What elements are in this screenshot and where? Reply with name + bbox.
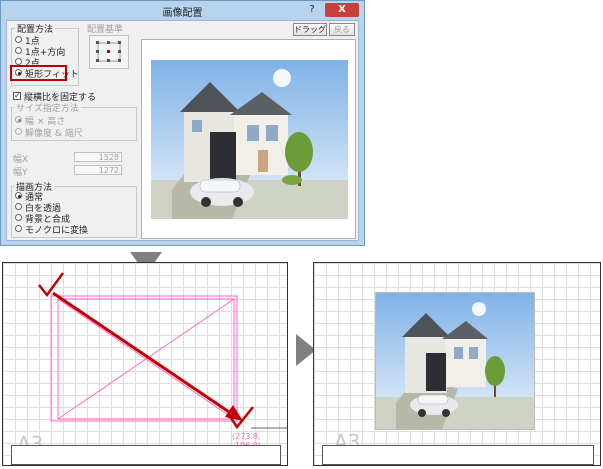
radio-one-point[interactable] bbox=[15, 36, 22, 43]
title-block bbox=[322, 445, 594, 465]
image-preview bbox=[141, 39, 356, 239]
radio-blend-background[interactable] bbox=[15, 214, 22, 221]
drawing-sheet-before[interactable]: (273.8, -196.0) A3 bbox=[2, 262, 288, 466]
drag-button[interactable]: ドラッグ bbox=[293, 23, 327, 36]
drawing-sheet-after[interactable]: A3 bbox=[313, 262, 601, 466]
size-spec-label: サイズ指定方法 bbox=[14, 101, 81, 114]
radio-normal[interactable] bbox=[15, 192, 22, 199]
image-placement-dialog: 画像配置 ? X 配置方法 1点 1点+方向 2点 矩形フィット 配置基準 ドラ… bbox=[0, 0, 365, 246]
dialog-body: 配置方法 1点 1点+方向 2点 矩形フィット 配置基準 ドラッグ 戻る ✓ 縦… bbox=[6, 20, 359, 241]
placed-image[interactable] bbox=[375, 292, 535, 430]
radio-rect-fit[interactable] bbox=[15, 69, 22, 76]
base-point-selector[interactable] bbox=[89, 35, 129, 69]
radio-rect-fit-label: 矩形フィット bbox=[25, 70, 79, 80]
back-button[interactable]: 戻る bbox=[329, 23, 355, 36]
radio-monochrome-label: モノクロに変換 bbox=[25, 226, 89, 236]
height-field[interactable]: 1272 bbox=[74, 165, 122, 175]
radio-resolution-scale[interactable] bbox=[15, 128, 22, 135]
height-label: 幅Y bbox=[13, 168, 28, 178]
house-image bbox=[376, 293, 534, 429]
radio-white-transparent[interactable] bbox=[15, 203, 22, 210]
width-label: 幅X bbox=[13, 155, 29, 165]
title-block bbox=[11, 445, 281, 465]
radio-two-point[interactable] bbox=[15, 58, 22, 65]
dialog-titlebar[interactable]: 画像配置 ? X bbox=[1, 1, 364, 21]
close-button[interactable]: X bbox=[325, 3, 359, 17]
radio-resolution-scale-label: 解像度 & 縮尺 bbox=[25, 129, 83, 139]
radio-one-point-direction[interactable] bbox=[15, 47, 22, 54]
help-button[interactable]: ? bbox=[301, 3, 323, 17]
base-point-grid-icon bbox=[96, 41, 121, 62]
radio-width-height[interactable] bbox=[15, 116, 22, 123]
house-image bbox=[151, 60, 348, 219]
keep-ratio-checkbox[interactable]: ✓ bbox=[13, 92, 21, 100]
radio-monochrome[interactable] bbox=[15, 225, 22, 232]
width-field[interactable]: 1528 bbox=[74, 152, 122, 162]
base-point-label: 配置基準 bbox=[87, 25, 124, 35]
